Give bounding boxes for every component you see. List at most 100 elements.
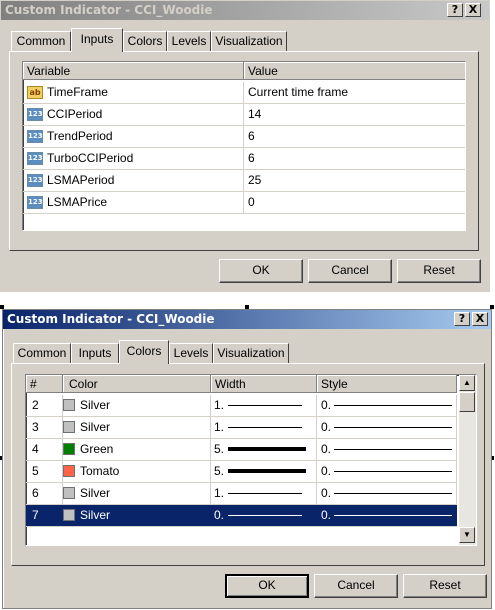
column-header-index[interactable]: # — [26, 375, 63, 393]
color-swatch — [63, 465, 75, 477]
variable-name: LSMAPeriod — [47, 170, 244, 191]
cancel-button[interactable]: Cancel — [314, 574, 398, 598]
table-row[interactable]: 6 Silver 1. 0. — [26, 483, 457, 505]
reset-button[interactable]: Reset — [397, 259, 481, 283]
vertical-scrollbar[interactable]: ▲ ▼ — [459, 375, 476, 545]
window-title: Custom Indicator - CCI_Woodie — [7, 312, 215, 326]
tab-levels[interactable]: Levels — [167, 31, 211, 51]
width-line-preview — [228, 515, 302, 516]
tab-common[interactable]: Common — [13, 343, 71, 363]
color-name[interactable]: Green — [80, 439, 211, 460]
scroll-down-arrow-icon[interactable]: ▼ — [459, 527, 475, 543]
column-header-color[interactable]: Color — [63, 375, 211, 393]
color-swatch — [63, 487, 75, 499]
integer-type-icon: 123 — [27, 174, 43, 187]
column-header-variable[interactable]: Variable — [23, 62, 244, 80]
table-row[interactable]: 5 Tomato 5. 0. — [26, 461, 457, 483]
ok-button[interactable]: OK — [225, 574, 309, 598]
variable-name: CCIPeriod — [47, 104, 244, 125]
tab-inputs[interactable]: Inputs — [71, 343, 119, 363]
cancel-button[interactable]: Cancel — [308, 259, 392, 283]
variable-name: TrendPeriod — [47, 126, 244, 147]
table-row[interactable]: 123 TurboCCIPeriod 6 — [23, 148, 465, 170]
integer-type-icon: 123 — [27, 152, 43, 165]
integer-type-icon: 123 — [27, 130, 43, 143]
tab-colors[interactable]: Colors — [119, 340, 169, 364]
scrollbar-thumb[interactable] — [459, 392, 475, 412]
dialog-inputs: Custom Indicator - CCI_Woodie ? X Common… — [0, 0, 490, 292]
color-name[interactable]: Tomato — [80, 461, 211, 482]
row-index: 5 — [26, 461, 63, 482]
window-title: Custom Indicator - CCI_Woodie — [5, 3, 213, 17]
variable-name: TurboCCIPeriod — [47, 148, 244, 169]
colors-table[interactable]: # Color Width Style 2 Silver 1. 0. 3 Sil… — [25, 374, 477, 546]
inputs-table[interactable]: Variable Value ab TimeFrame Current time… — [22, 61, 466, 231]
color-swatch — [63, 421, 75, 433]
table-row[interactable]: 123 LSMAPeriod 25 — [23, 170, 465, 192]
color-name[interactable]: Silver — [80, 417, 211, 438]
variable-value[interactable]: 6 — [244, 126, 465, 147]
integer-type-icon: 123 — [27, 196, 43, 209]
width-line-preview — [228, 469, 306, 473]
style-line-preview — [334, 405, 452, 406]
table-row[interactable]: 123 TrendPeriod 6 — [23, 126, 465, 148]
color-name[interactable]: Silver — [80, 483, 211, 504]
tab-panel: Variable Value ab TimeFrame Current time… — [9, 51, 479, 251]
dialog-colors: Custom Indicator - CCI_Woodie ? X Common… — [2, 309, 492, 609]
width-line-preview — [228, 405, 302, 406]
table-row[interactable]: 2 Silver 1. 0. — [26, 395, 457, 417]
width-line-preview — [228, 427, 302, 428]
tab-visualization[interactable]: Visualization — [213, 343, 289, 363]
help-button[interactable]: ? — [447, 3, 463, 17]
width-line-preview — [228, 493, 302, 494]
ok-button[interactable]: OK — [219, 259, 303, 283]
tab-panel: # Color Width Style 2 Silver 1. 0. 3 Sil… — [11, 363, 485, 566]
style-line-preview — [334, 515, 452, 516]
style-line-preview — [334, 493, 452, 494]
color-swatch — [63, 443, 75, 455]
tab-visualization[interactable]: Visualization — [211, 31, 287, 51]
column-header-style[interactable]: Style — [317, 375, 457, 393]
title-bar[interactable]: Custom Indicator - CCI_Woodie — [1, 1, 489, 20]
variable-name: TimeFrame — [47, 82, 244, 103]
table-row-selected[interactable]: 7 Silver 0. 0. — [26, 505, 457, 527]
variable-value[interactable]: 25 — [244, 170, 465, 191]
tab-inputs[interactable]: Inputs — [71, 28, 123, 52]
tab-common[interactable]: Common — [11, 31, 71, 51]
integer-type-icon: 123 — [27, 108, 43, 121]
row-index: 6 — [26, 483, 63, 504]
width-line-preview — [228, 447, 306, 451]
close-button[interactable]: X — [465, 3, 481, 17]
variable-value[interactable]: 0 — [244, 192, 465, 213]
row-index: 4 — [26, 439, 63, 460]
tab-levels[interactable]: Levels — [169, 343, 213, 363]
style-line-preview — [334, 471, 452, 472]
table-row[interactable]: 3 Silver 1. 0. — [26, 417, 457, 439]
variable-name: LSMAPrice — [47, 192, 244, 213]
style-line-preview — [334, 427, 452, 428]
tab-colors[interactable]: Colors — [123, 31, 167, 51]
scroll-up-arrow-icon[interactable]: ▲ — [459, 375, 475, 391]
row-index: 7 — [26, 505, 63, 526]
table-row[interactable]: 123 CCIPeriod 14 — [23, 104, 465, 126]
color-name[interactable]: Silver — [80, 505, 211, 526]
variable-value[interactable]: 6 — [244, 148, 465, 169]
close-button[interactable]: X — [472, 312, 488, 326]
table-row[interactable]: 4 Green 5. 0. — [26, 439, 457, 461]
table-row[interactable]: 123 LSMAPrice 0 — [23, 192, 465, 214]
color-swatch — [63, 399, 75, 411]
help-button[interactable]: ? — [454, 312, 470, 326]
row-index: 2 — [26, 395, 63, 416]
color-name[interactable]: Silver — [80, 395, 211, 416]
table-row[interactable]: ab TimeFrame Current time frame — [23, 82, 465, 104]
column-header-value[interactable]: Value — [244, 62, 465, 80]
reset-button[interactable]: Reset — [403, 574, 487, 598]
string-type-icon: ab — [27, 86, 43, 99]
title-bar[interactable]: Custom Indicator - CCI_Woodie — [3, 310, 491, 329]
style-line-preview — [334, 449, 452, 450]
row-index: 3 — [26, 417, 63, 438]
column-header-width[interactable]: Width — [211, 375, 317, 393]
color-swatch — [63, 509, 75, 521]
variable-value[interactable]: Current time frame — [244, 82, 465, 103]
variable-value[interactable]: 14 — [244, 104, 465, 125]
